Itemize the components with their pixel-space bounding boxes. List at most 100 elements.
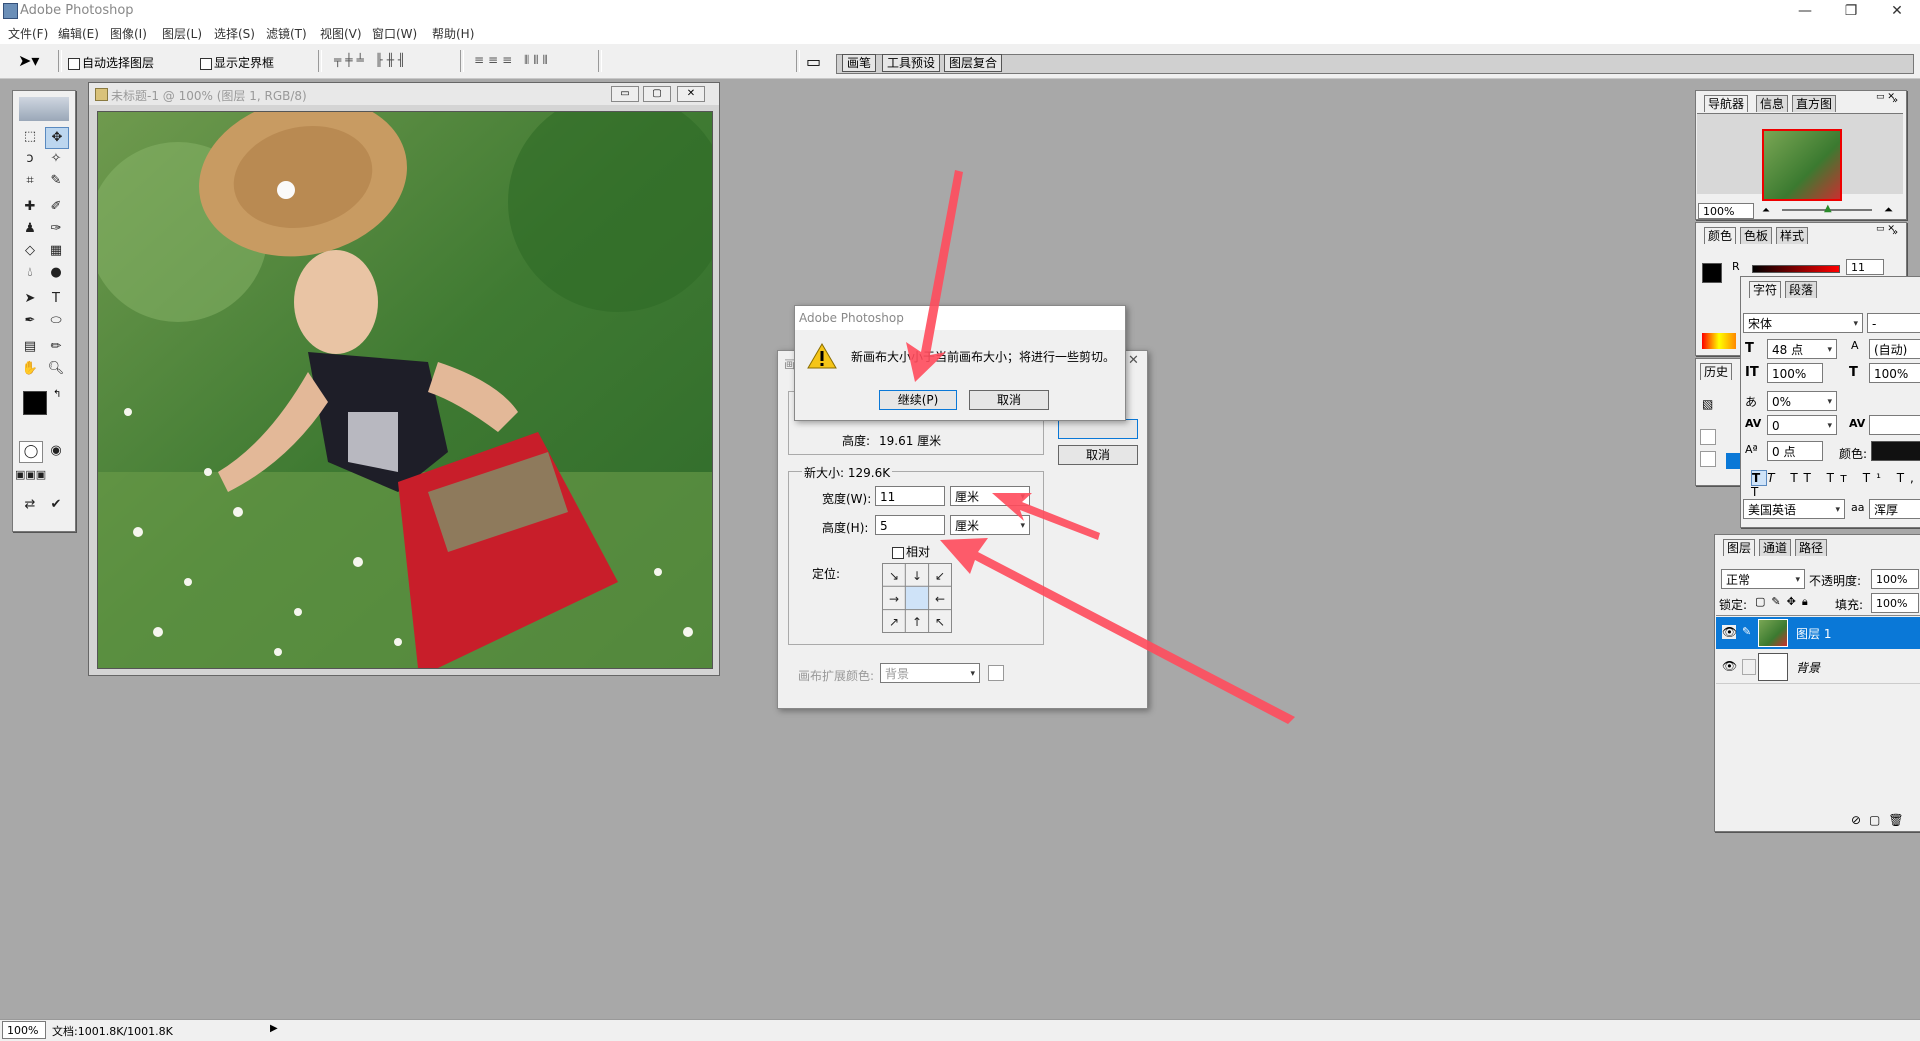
layer-name[interactable]: 背景	[1796, 659, 1820, 676]
tab-layers[interactable]: 图层	[1723, 539, 1756, 556]
move-tool-icon[interactable]: ✥	[45, 127, 69, 149]
imageready-jump-icon[interactable]: ⇄	[19, 495, 41, 515]
layer-name[interactable]: 图层 1	[1796, 625, 1831, 642]
tab-channels[interactable]: 通道	[1759, 539, 1792, 556]
foreground-color-swatch[interactable]	[23, 391, 47, 415]
slice-tool-icon[interactable]: ✎	[45, 171, 67, 191]
history-source-box[interactable]	[1700, 429, 1716, 445]
antialias-select[interactable]: 浑厚	[1869, 499, 1920, 519]
menu-image[interactable]: 图像(I)	[110, 25, 147, 42]
align-buttons-icon[interactable]: ╤╪╧ ╟╫╢	[334, 53, 409, 67]
baseline-shift-input[interactable]: 0 点	[1767, 441, 1823, 461]
distribute-buttons-icon[interactable]: ≡≡≡ ⦀⦀⦀	[474, 53, 552, 68]
gradient-tool-icon[interactable]: ▦	[45, 241, 67, 261]
doc-close-button[interactable]: ✕	[677, 86, 705, 102]
zoom-tool-icon[interactable]: 🔍︎	[45, 359, 67, 379]
height-unit-select[interactable]: 厘米 ▾	[950, 515, 1030, 535]
healing-brush-icon[interactable]: ✚	[19, 197, 41, 217]
menu-edit[interactable]: 编辑(E)	[58, 25, 99, 42]
brush-tool-icon[interactable]: ✐	[45, 197, 67, 217]
history-snapshot-icon[interactable]: ▧	[1702, 397, 1713, 411]
canvas-dialog-close-icon[interactable]: ✕	[1128, 353, 1139, 368]
menu-layer[interactable]: 图层(L)	[162, 25, 202, 42]
status-menu-arrow-icon[interactable]: ▶	[270, 1023, 278, 1034]
continue-button[interactable]: 继续(P)	[879, 390, 957, 410]
edit-in-imageready-icon[interactable]: ✔	[45, 495, 67, 515]
opacity-input[interactable]: 100%	[1871, 569, 1919, 589]
zoom-in-icon[interactable]: ⏶	[1884, 203, 1893, 217]
doc-maximize-button[interactable]: ▢	[643, 86, 671, 102]
zoom-slider-thumb[interactable]: ▲	[1824, 203, 1832, 214]
blur-tool-icon[interactable]: 💧︎	[19, 263, 41, 283]
status-zoom-field[interactable]: 100%	[2, 1021, 46, 1039]
standard-mode-icon[interactable]: ◯	[19, 441, 43, 463]
history-source-box[interactable]	[1700, 451, 1716, 467]
tracking-input[interactable]	[1869, 415, 1920, 435]
dodge-tool-icon[interactable]: ●	[45, 263, 67, 283]
lasso-tool-icon[interactable]: ↄ	[19, 149, 41, 169]
palette-menu-icon[interactable]: »	[1892, 95, 1898, 106]
canvas-ok-button[interactable]	[1058, 419, 1138, 439]
horizontal-scale-input[interactable]: 100%	[1869, 363, 1920, 383]
language-select[interactable]: 美国英语 ▾	[1743, 499, 1845, 519]
doc-minimize-button[interactable]: ▭	[611, 86, 639, 102]
vertical-scale-input[interactable]: 100%	[1767, 363, 1823, 383]
navigator-thumbnail[interactable]	[1762, 129, 1842, 201]
fill-input[interactable]: 100%	[1871, 593, 1919, 613]
blend-mode-select[interactable]: 正常 ▾	[1721, 569, 1805, 589]
color-ramp[interactable]	[1702, 333, 1736, 349]
path-selection-icon[interactable]: ➤	[19, 289, 41, 309]
canvas-cancel-button[interactable]: 取消	[1058, 445, 1138, 465]
r-channel-input[interactable]: 11	[1846, 259, 1884, 275]
well-tab-layer-comps[interactable]: 图层复合	[944, 54, 1003, 72]
tab-info[interactable]: 信息	[1756, 95, 1789, 112]
menu-select[interactable]: 选择(S)	[214, 25, 255, 42]
notes-tool-icon[interactable]: ▤	[19, 337, 41, 357]
r-channel-slider[interactable]	[1752, 265, 1840, 273]
zoom-out-icon[interactable]: ⏶	[1762, 205, 1770, 216]
width-unit-select[interactable]: 厘米 ▾	[950, 486, 1030, 506]
tab-paragraph[interactable]: 段落	[1785, 281, 1818, 298]
tab-character[interactable]: 字符	[1749, 281, 1782, 298]
menu-filter[interactable]: 滤镜(T)	[266, 25, 307, 42]
extension-color-swatch[interactable]	[988, 665, 1004, 681]
link-box[interactable]	[1742, 659, 1756, 675]
font-size-select[interactable]: 48 点 ▾	[1767, 339, 1837, 359]
navigator-zoom-field[interactable]: 100%	[1698, 203, 1754, 219]
canvas-photo[interactable]	[97, 111, 713, 669]
menu-view[interactable]: 视图(V)	[320, 25, 362, 42]
anchor-grid[interactable]: ↘ ↓ ↙ → ← ↗ ↑ ↖	[882, 563, 952, 633]
tab-paths[interactable]: 路径	[1795, 539, 1828, 556]
kerning-select[interactable]: 0 ▾	[1767, 415, 1837, 435]
restore-button[interactable]: ❐	[1828, 0, 1874, 22]
screen-mode-icons[interactable]: ▣▣▣	[15, 465, 46, 485]
show-bounding-box-checkbox[interactable]: 显示定界框	[200, 54, 274, 71]
leading-select[interactable]: (自动)	[1869, 339, 1920, 359]
close-button[interactable]: ✕	[1874, 0, 1920, 22]
auto-select-layer-checkbox[interactable]: 自动选择图层	[68, 54, 154, 71]
visibility-eye-icon[interactable]: 👁︎	[1722, 659, 1737, 673]
eraser-tool-icon[interactable]: ◇	[19, 241, 41, 261]
tab-color[interactable]: 颜色	[1704, 227, 1737, 244]
relative-checkbox[interactable]: 相对	[892, 543, 930, 560]
height-input[interactable]: 5	[875, 515, 945, 535]
pen-tool-icon[interactable]: ✒	[19, 311, 41, 331]
menu-file[interactable]: 文件(F)	[8, 25, 48, 42]
font-family-select[interactable]: 宋体 ▾	[1743, 313, 1863, 333]
well-tab-brushes[interactable]: 画笔	[842, 54, 877, 72]
visibility-eye-icon[interactable]: 👁︎	[1722, 625, 1737, 639]
well-tab-tool-presets[interactable]: 工具预设	[882, 54, 941, 72]
marquee-tool-icon[interactable]: ⬚	[19, 127, 41, 147]
text-color-swatch[interactable]	[1871, 441, 1920, 461]
width-input[interactable]: 11	[875, 486, 945, 506]
tab-history[interactable]: 历史	[1700, 363, 1733, 380]
eyedropper-tool-icon[interactable]: ✏	[45, 337, 67, 357]
lock-buttons-icon[interactable]: ▢✎✥🔒︎	[1755, 595, 1814, 609]
tab-navigator[interactable]: 导航器	[1704, 95, 1749, 112]
layer-bottom-buttons-icon[interactable]: ⊘▢🗑︎	[1851, 813, 1912, 827]
tab-histogram[interactable]: 直方图	[1792, 95, 1837, 112]
palette-menu-icon[interactable]: »	[1892, 227, 1898, 238]
tab-styles[interactable]: 样式	[1776, 227, 1809, 244]
alert-cancel-button[interactable]: 取消	[969, 390, 1049, 410]
font-style-select[interactable]: -	[1867, 313, 1920, 333]
